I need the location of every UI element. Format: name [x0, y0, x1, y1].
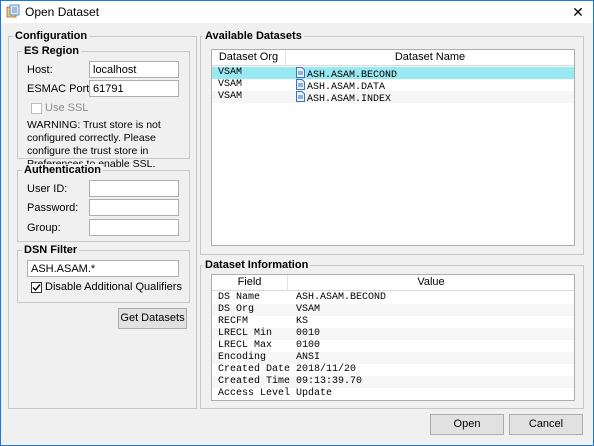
datasets-table: Dataset Org Dataset Name VSAM ASH.ASAM.B…: [211, 49, 575, 246]
info-row: LRECL Min 0010: [212, 328, 574, 340]
info-field-cell: LRECL Min: [218, 328, 273, 339]
password-label: Password:: [27, 202, 79, 214]
info-field-cell: Created Date: [218, 364, 291, 375]
dataset-row[interactable]: VSAM ASH.ASAM.BECOND: [212, 67, 574, 81]
info-field-cell: RECFM: [218, 316, 249, 327]
info-value-cell: Update: [296, 388, 333, 399]
info-field-cell: DS Name: [218, 292, 261, 303]
dataset-file-icon: [296, 67, 305, 78]
info-value-cell: KS: [296, 316, 309, 327]
dataset-org-cell: VSAM: [218, 79, 243, 90]
info-row: DS Name ASH.ASAM.BECOND: [212, 292, 574, 304]
info-value-cell: 0010: [296, 328, 321, 339]
info-row: Created Date 2018/11/20: [212, 364, 574, 376]
dataset-file-icon: [296, 91, 305, 102]
info-table-header: Field Value: [212, 275, 574, 291]
cancel-button[interactable]: Cancel: [509, 414, 583, 435]
available-datasets-title: Available Datasets: [203, 30, 304, 42]
dataset-row[interactable]: VSAM ASH.ASAM.DATA: [212, 79, 574, 93]
info-row: Created Time 09:13:39.70: [212, 376, 574, 388]
dataset-row[interactable]: VSAM ASH.ASAM.INDEX: [212, 91, 574, 105]
authentication-title: Authentication: [22, 164, 103, 176]
get-datasets-button[interactable]: Get Datasets: [118, 308, 187, 329]
datasets-table-header: Dataset Org Dataset Name: [212, 50, 574, 66]
info-field-cell: Access Level: [218, 388, 291, 399]
password-input[interactable]: [89, 199, 179, 216]
info-field-cell: Created Time: [218, 376, 291, 387]
col-dataset-org[interactable]: Dataset Org: [212, 50, 286, 66]
info-field-cell: LRECL Max: [218, 340, 273, 351]
dsn-filter-title: DSN Filter: [22, 244, 80, 256]
esmac-port-input[interactable]: [89, 80, 179, 97]
info-row: Access Level Update: [212, 388, 574, 400]
configuration-title: Configuration: [13, 30, 90, 42]
es-region-title: ES Region: [22, 45, 82, 57]
title-bar: Open Dataset ✕: [1, 1, 593, 23]
close-icon[interactable]: ✕: [567, 2, 589, 22]
disable-qualifiers-label: Disable Additional Qualifiers: [45, 281, 182, 293]
dataset-info-table: Field Value DS Name ASH.ASAM.BECOND DS O…: [211, 274, 575, 401]
info-row: DS Org VSAM: [212, 304, 574, 316]
info-field-cell: DS Org: [218, 304, 255, 315]
open-button[interactable]: Open: [430, 414, 504, 435]
col-field[interactable]: Field: [212, 275, 288, 291]
dataset-org-cell: VSAM: [218, 91, 243, 102]
dataset-app-icon: [6, 4, 20, 18]
group-label: Group:: [27, 222, 61, 234]
checkmark-icon: [32, 284, 41, 292]
disable-qualifiers-checkbox[interactable]: [31, 282, 42, 293]
info-field-cell: Encoding: [218, 352, 267, 363]
group-input[interactable]: [89, 219, 179, 236]
use-ssl-checkbox[interactable]: [31, 103, 42, 114]
user-id-input[interactable]: [89, 180, 179, 197]
use-ssl-label: Use SSL: [45, 102, 89, 114]
host-label: Host:: [27, 64, 53, 76]
open-dataset-dialog: Open Dataset ✕ Configuration ES Region H…: [0, 0, 594, 446]
dataset-file-icon: [296, 79, 305, 90]
dsn-filter-input[interactable]: [27, 260, 179, 277]
user-id-label: User ID:: [27, 183, 68, 195]
esmac-port-label: ESMAC Port:: [27, 83, 93, 95]
dataset-information-title: Dataset Information: [203, 259, 311, 271]
dataset-org-cell: VSAM: [218, 67, 243, 78]
host-input[interactable]: [89, 61, 179, 78]
window-title: Open Dataset: [25, 5, 100, 19]
info-row: RECFM KS: [212, 316, 574, 328]
info-value-cell: ASH.ASAM.BECOND: [296, 292, 387, 303]
info-value-cell: VSAM: [296, 304, 321, 315]
col-value[interactable]: Value: [288, 275, 574, 291]
info-value-cell: 0100: [296, 340, 321, 351]
info-row: Encoding ANSI: [212, 352, 574, 364]
col-dataset-name[interactable]: Dataset Name: [286, 50, 574, 66]
info-value-cell: 2018/11/20: [296, 364, 357, 375]
info-value-cell: ANSI: [296, 352, 321, 363]
info-row: LRECL Max 0100: [212, 340, 574, 352]
info-value-cell: 09:13:39.70: [296, 376, 363, 387]
dataset-name-cell: ASH.ASAM.INDEX: [307, 94, 392, 105]
